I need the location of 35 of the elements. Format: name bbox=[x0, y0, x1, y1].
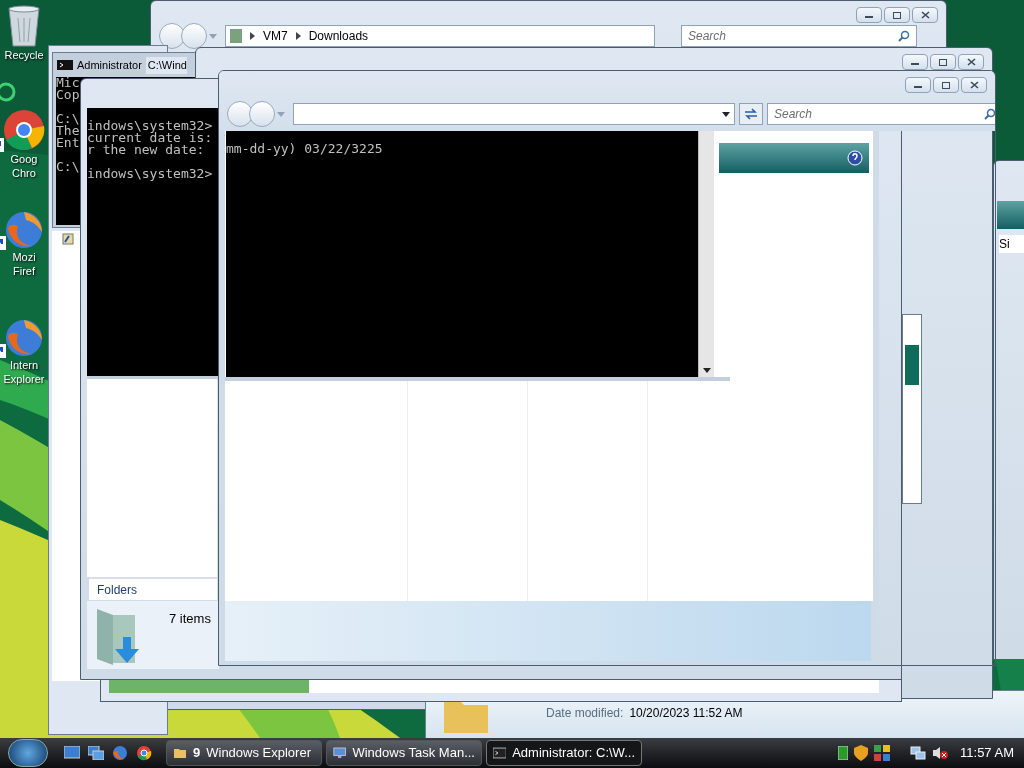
console-line: C:\ bbox=[56, 161, 80, 173]
search-field[interactable]: Search bbox=[767, 103, 995, 125]
console-line: current date is: bbox=[87, 132, 213, 144]
console-line: C:\ bbox=[56, 113, 80, 125]
clock: 11:57 AM bbox=[960, 744, 1014, 763]
console-line: Ent bbox=[56, 137, 80, 149]
desktop-icon-label[interactable]: Intern Explorer bbox=[3, 358, 45, 386]
breadcrumb[interactable]: VM7 bbox=[263, 27, 288, 45]
address-bar[interactable]: VM7 Downloads bbox=[225, 25, 655, 47]
console-line: r the new date: bbox=[87, 144, 205, 156]
folders-button[interactable]: Folders bbox=[89, 578, 217, 600]
desktop-icon-label[interactable]: Recycle bbox=[4, 48, 44, 62]
console-line: indows\system32> bbox=[87, 168, 213, 180]
window-title: C:\Wind bbox=[145, 57, 187, 74]
taskbar-button[interactable]: Administrator: C:\W... bbox=[486, 740, 642, 766]
console-line: The bbox=[56, 125, 80, 137]
task-label: Windows Explorer bbox=[206, 744, 311, 763]
column-header: Si bbox=[999, 235, 1024, 253]
window-count: 9 bbox=[193, 744, 201, 763]
task-label: Administrator: C:\W... bbox=[512, 744, 635, 763]
breadcrumb[interactable]: Downloads bbox=[308, 27, 369, 45]
taskbar-button[interactable]: 9 Windows Explorer bbox=[166, 740, 322, 766]
field-label: Date modified: bbox=[546, 705, 624, 722]
field-value: 10/20/2023 11:52 AM bbox=[629, 705, 743, 722]
console-line: Mic bbox=[56, 77, 80, 89]
item-count: 7 items bbox=[169, 610, 211, 628]
console-line: mm-dd-yy) 03/22/3225 bbox=[226, 143, 383, 155]
window-title: Administrator bbox=[77, 58, 142, 73]
taskbar-button[interactable]: Windows Task Man... bbox=[326, 740, 482, 766]
desktop-icon-label[interactable]: Mozi Firef bbox=[12, 250, 36, 278]
task-label: Windows Task Man... bbox=[352, 744, 475, 763]
desktop-icon-label[interactable]: Goog Chro bbox=[10, 152, 38, 180]
console-line: Cop bbox=[56, 89, 80, 101]
search-field[interactable]: Search bbox=[681, 25, 917, 47]
console-line: indows\system32> bbox=[87, 120, 213, 132]
